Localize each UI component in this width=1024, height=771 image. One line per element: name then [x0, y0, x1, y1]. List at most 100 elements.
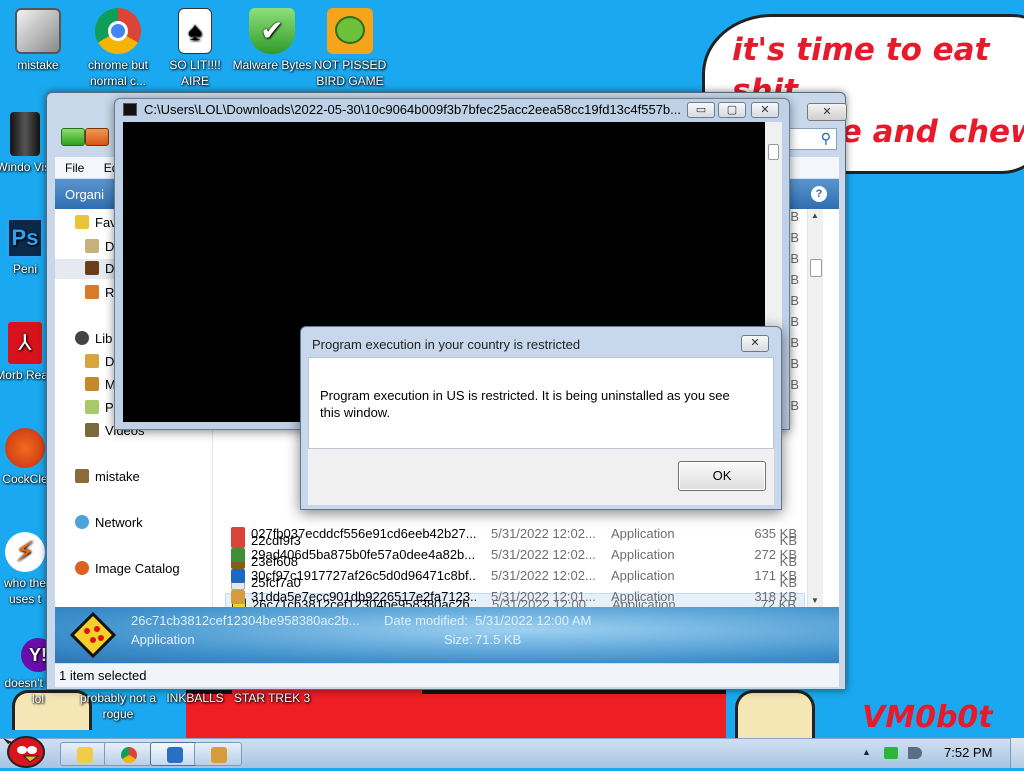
menu-file[interactable]: File — [55, 157, 90, 175]
nav-label: mistake — [95, 469, 140, 484]
desktop-icon-star-trek[interactable]: STAR TREK 3 — [232, 690, 312, 706]
help-icon[interactable]: ? — [811, 186, 827, 202]
desktop-icon-rogue[interactable]: probably not a rogue — [78, 690, 158, 722]
nav-label: D — [105, 261, 115, 276]
desktop-icon-label: Malware Bytes — [232, 58, 312, 72]
star-icon — [75, 215, 89, 229]
green-pig-icon — [327, 8, 373, 54]
scroll-up-arrow-icon[interactable]: ▲ — [811, 211, 819, 220]
volume-icon[interactable] — [908, 747, 922, 759]
ok-button[interactable]: OK — [678, 461, 766, 491]
explorer-close-button[interactable]: ✕ — [807, 103, 847, 121]
desktop-icon-label: chrome but normal c... — [87, 58, 149, 88]
file-name: 31dda5e7ecc901db9226517e2fa7123... — [251, 589, 477, 604]
nav-pictures[interactable]: P — [85, 398, 114, 418]
file-name: 027fb037ecddcf556e91cd6eeb42b27... — [251, 526, 477, 541]
nav-image-catalog[interactable]: Image Catalog — [75, 559, 180, 579]
console-icon — [123, 103, 137, 116]
nav-favorites[interactable]: Fav — [75, 213, 117, 233]
file-type: Application — [611, 526, 675, 541]
shield-check-icon: ✔ — [249, 8, 295, 54]
organize-button[interactable]: Organi — [65, 187, 104, 202]
file-row[interactable]: 29ad406d5ba875b0fe57a0dee4a82b... 5/31/2… — [225, 544, 805, 565]
console-title-bar[interactable]: C:\Users\LOL\Downloads\2022-05-30\10c906… — [115, 99, 789, 121]
battery-icon[interactable] — [884, 747, 898, 759]
app-icon — [231, 590, 245, 604]
back-arrow-icon[interactable] — [61, 128, 85, 146]
details-pane: 26c71cb3812cef12304be958380ac2b... Appli… — [55, 607, 839, 663]
nav-label: D — [105, 239, 115, 254]
desktop-icon-bird-game[interactable]: NOT PISSED BIRD GAME — [310, 8, 390, 89]
nav-libraries[interactable]: Lib — [75, 329, 112, 349]
nav-label: Image Catalog — [95, 561, 180, 576]
console-icon — [167, 747, 183, 763]
desktop-icon-label: probably not a rogue — [79, 691, 157, 721]
desktop-icon-label: SO LIT!!!! AIRE — [169, 58, 221, 88]
tray-expand-arrow-icon[interactable]: ▲ — [862, 747, 871, 757]
desktop-icon-label: INKBALLS — [166, 691, 224, 705]
start-button[interactable] — [2, 732, 48, 768]
dialog-title: Program execution in your country is res… — [312, 337, 581, 352]
details-file-type: Application — [131, 632, 195, 647]
nav-desktop[interactable]: D — [85, 237, 114, 257]
status-bar: 1 item selected — [55, 663, 839, 687]
photoshop-icon: Ps — [7, 218, 43, 258]
details-size-value: 71.5 KB — [475, 632, 522, 647]
file-name: 29ad406d5ba875b0fe57a0dee4a82b... — [251, 547, 476, 562]
app-icon — [231, 548, 245, 562]
taskbar-chrome-button[interactable] — [104, 742, 152, 766]
desktop-icon-inkballs[interactable]: INKBALLS — [155, 690, 235, 706]
taskbar-clock[interactable]: 7:52 PM — [944, 745, 992, 760]
nav-music[interactable]: M — [85, 375, 116, 395]
file-row[interactable]: 31dda5e7ecc901db9226517e2fa7123... 5/31/… — [225, 586, 805, 607]
details-modified-label: Date modified: — [384, 613, 468, 628]
close-button[interactable]: ✕ — [751, 102, 779, 118]
forward-arrow-icon[interactable] — [85, 128, 109, 146]
folder-icon — [85, 261, 99, 275]
desktop-icon-chrome[interactable]: chrome but normal c... — [78, 8, 158, 89]
library-icon — [75, 331, 89, 345]
file-type: Application — [611, 568, 675, 583]
catalog-icon — [75, 561, 89, 575]
nav-documents[interactable]: D — [85, 352, 114, 372]
desktop-icon-solitaire[interactable]: ♠ SO LIT!!!! AIRE — [155, 8, 235, 89]
app-icon — [231, 527, 245, 541]
music-icon — [85, 377, 99, 391]
folder-icon — [85, 285, 99, 299]
show-desktop-button[interactable] — [1010, 738, 1024, 768]
maximize-button[interactable]: ▢ — [718, 102, 746, 118]
selected-file-icon — [69, 611, 117, 659]
console-title: C:\Users\LOL\Downloads\2022-05-30\10c906… — [144, 102, 681, 117]
installer-icon — [211, 747, 227, 763]
details-modified-value: 5/31/2022 12:00 AM — [475, 613, 592, 628]
video-icon — [85, 423, 99, 437]
taskbar-installer-button[interactable] — [194, 742, 242, 766]
nav-network[interactable]: Network — [75, 513, 143, 533]
taskbar-explorer-button[interactable] — [60, 742, 108, 766]
desktop-icon-label: STAR TREK 3 — [233, 691, 311, 705]
search-icon[interactable]: ⚲ — [821, 130, 831, 147]
cards-icon: ♠ — [178, 8, 212, 54]
scrollbar-thumb[interactable] — [810, 259, 822, 277]
pdf-reader-icon: ⅄ — [8, 322, 42, 364]
desktop-icon-malwarebytes[interactable]: ✔ Malware Bytes — [232, 8, 312, 73]
angry-bird-icon — [3, 736, 45, 768]
file-size: 171 KB — [754, 568, 797, 583]
nav-homegroup[interactable]: mistake — [75, 467, 140, 487]
desktop-icon-label: mistake — [17, 58, 59, 72]
file-row[interactable]: 027fb037ecddcf556e91cd6eeb42b27... 5/31/… — [225, 523, 805, 544]
desktop-icon-mistake[interactable]: mistake — [0, 8, 78, 73]
restriction-dialog: Program execution in your country is res… — [300, 326, 782, 510]
details-file-name: 26c71cb3812cef12304be958380ac2b... — [131, 613, 360, 628]
taskbar-console-button[interactable] — [150, 742, 198, 766]
bolt-icon: ⚡ — [5, 532, 45, 572]
dialog-close-button[interactable]: ✕ — [741, 335, 769, 352]
picture-icon — [85, 400, 99, 414]
ccleaner-icon — [5, 428, 45, 468]
file-row[interactable]: 30cf97c1917727af26c5d0d96471c8bf... 5/31… — [225, 565, 805, 586]
scrollbar-thumb[interactable] — [768, 144, 779, 160]
nav-recent[interactable]: R — [85, 283, 114, 303]
file-date: 5/31/2022 12:02... — [491, 526, 596, 541]
minimize-button[interactable]: ▭ — [687, 102, 715, 118]
network-icon — [75, 515, 89, 529]
